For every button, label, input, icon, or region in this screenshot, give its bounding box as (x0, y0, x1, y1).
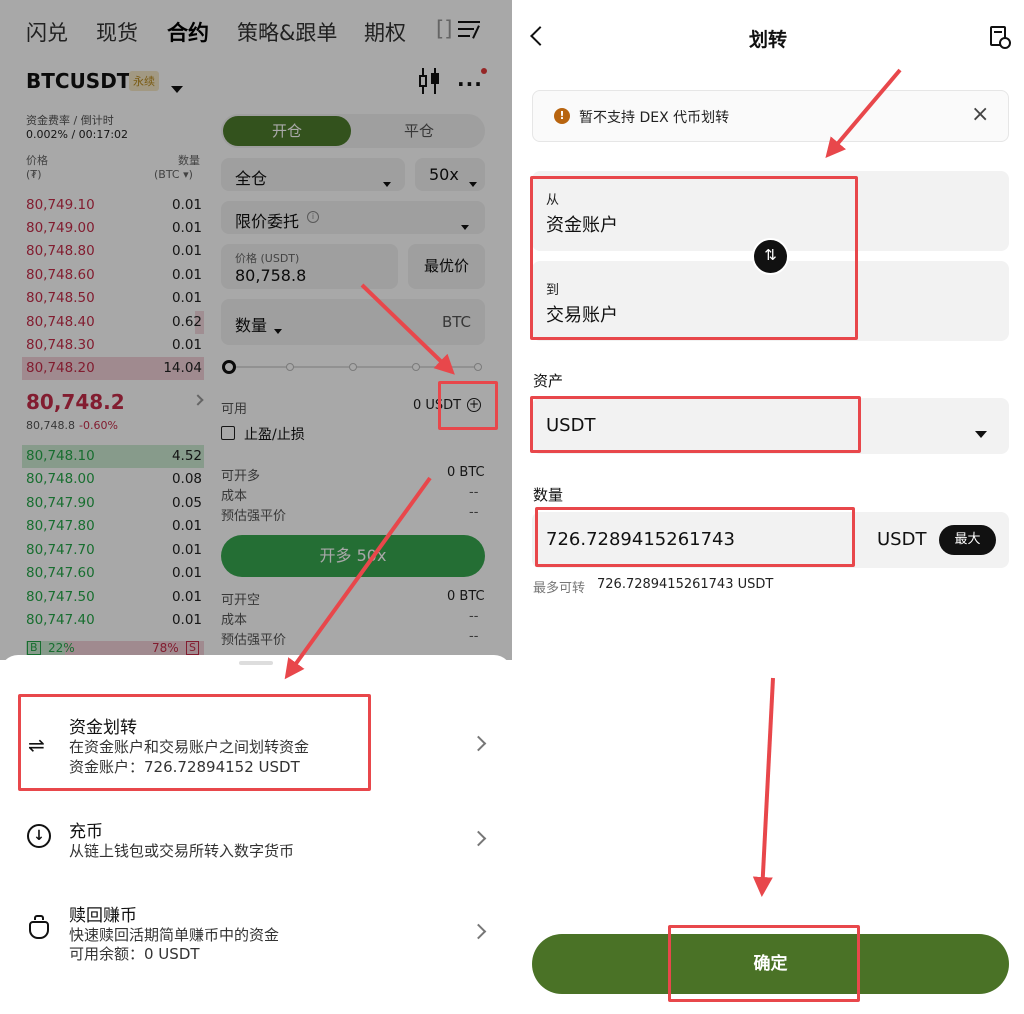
annotation-arrow (752, 677, 775, 897)
annotation-arrow (284, 476, 432, 680)
annotation-arrow (360, 283, 455, 375)
annotation-arrow (825, 68, 902, 159)
annotation-arrows (284, 68, 902, 897)
